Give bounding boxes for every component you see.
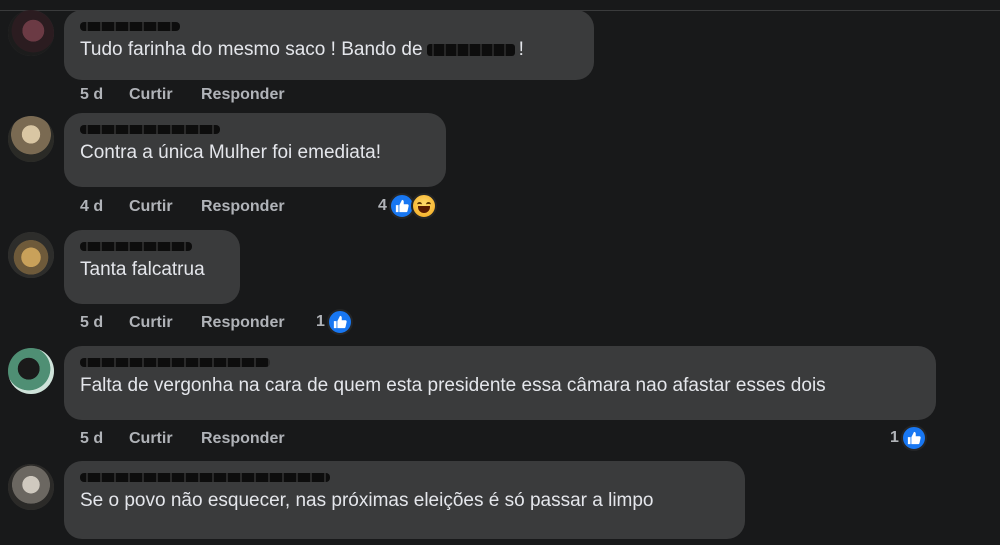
reaction-summary[interactable]: 4 <box>378 192 437 220</box>
haha-icon <box>410 193 437 219</box>
comment-text: Se o povo não esquecer, nas próximas ele… <box>80 490 654 511</box>
author-name-redacted[interactable] <box>80 240 226 254</box>
comment-age[interactable]: 5 d <box>80 314 103 332</box>
avatar[interactable] <box>8 10 54 56</box>
comment-text: Tudo farinha do mesmo saco ! Bando de! <box>80 39 524 60</box>
reply-button[interactable]: Responder <box>201 198 285 216</box>
avatar[interactable] <box>8 232 54 278</box>
reply-button[interactable]: Responder <box>201 314 285 332</box>
avatar[interactable] <box>8 464 54 510</box>
author-name-redacted[interactable] <box>80 471 731 485</box>
like-button[interactable]: Curtir <box>129 198 173 216</box>
comment-bubble: Tudo farinha do mesmo saco ! Bando de! <box>64 10 594 80</box>
avatar[interactable] <box>8 116 54 162</box>
comment-age[interactable]: 5 d <box>80 86 103 104</box>
like-icon <box>900 425 927 451</box>
comment-bubble: Falta de vergonha na cara de quem esta p… <box>64 346 936 420</box>
like-button[interactable]: Curtir <box>129 430 173 448</box>
author-name-redacted[interactable] <box>80 20 580 34</box>
comment-text: Falta de vergonha na cara de quem esta p… <box>80 375 826 396</box>
comment-text: Contra a única Mulher foi emediata! <box>80 142 381 163</box>
avatar[interactable] <box>8 348 54 394</box>
reaction-count: 1 <box>316 313 325 330</box>
comment-age[interactable]: 5 d <box>80 430 103 448</box>
reaction-summary[interactable]: 1 <box>890 424 927 452</box>
comment-bubble: Se o povo não esquecer, nas próximas ele… <box>64 461 745 539</box>
author-name-redacted[interactable] <box>80 356 922 370</box>
like-button[interactable]: Curtir <box>129 86 173 104</box>
reaction-count: 1 <box>890 429 899 446</box>
redacted-word <box>426 43 515 56</box>
like-button[interactable]: Curtir <box>129 314 173 332</box>
author-name-redacted[interactable] <box>80 123 432 137</box>
comment-bubble: Contra a única Mulher foi emediata! <box>64 113 446 187</box>
reaction-count: 4 <box>378 197 387 214</box>
reply-button[interactable]: Responder <box>201 86 285 104</box>
like-icon <box>326 309 353 335</box>
reply-button[interactable]: Responder <box>201 430 285 448</box>
comment-age[interactable]: 4 d <box>80 198 103 216</box>
comment-bubble: Tanta falcatrua <box>64 230 240 304</box>
comment-text: Tanta falcatrua <box>80 259 205 280</box>
reaction-summary[interactable]: 1 <box>316 308 353 336</box>
